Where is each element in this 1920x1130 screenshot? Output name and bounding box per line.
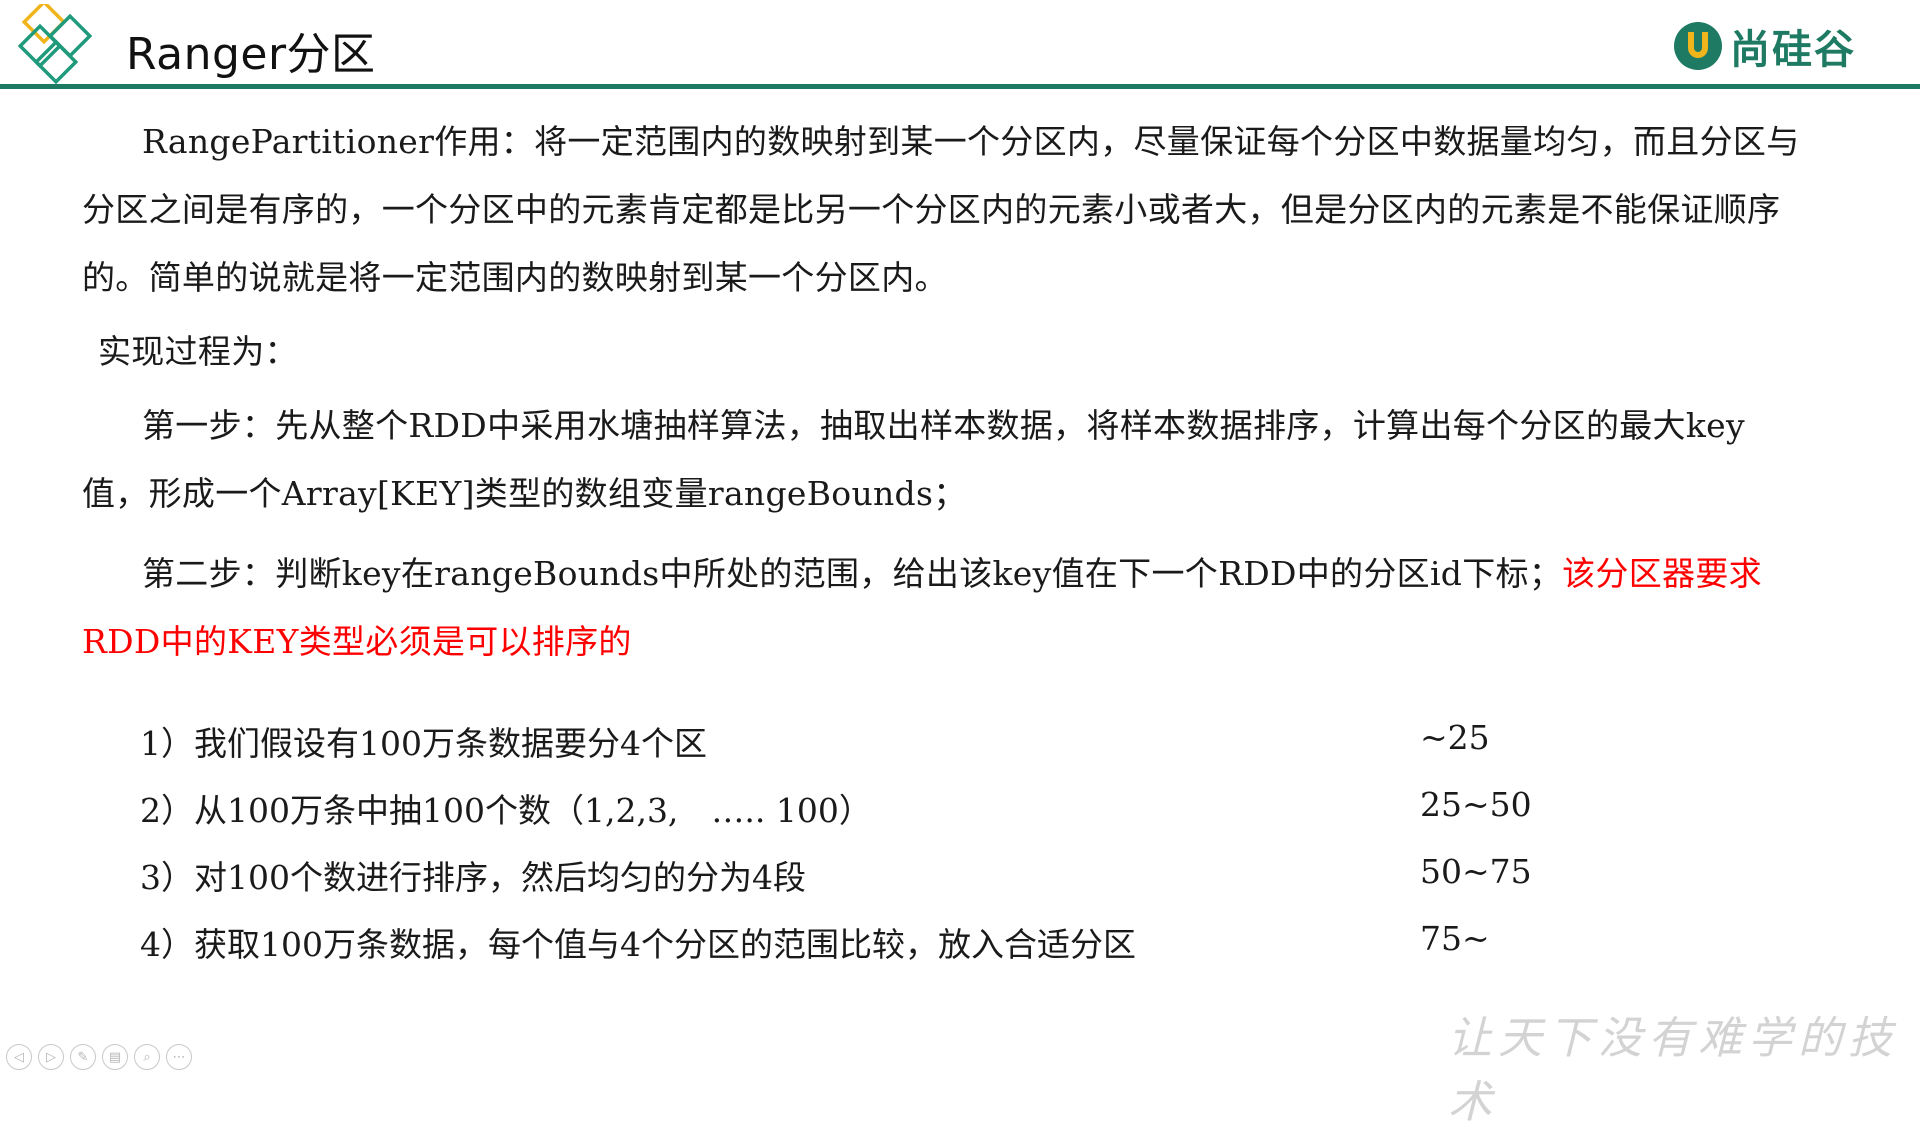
brand-u-icon [1674, 22, 1722, 70]
slide-header: Ranger分区 尚硅谷 [0, 0, 1920, 92]
slides-icon[interactable]: ▤ [102, 1044, 128, 1070]
list-item: 2）从100万条中抽100个数（1,2,3, ….. 100） [140, 791, 872, 830]
footer-slogan: 让天下没有难学的技术 [1448, 1013, 1898, 1128]
prev-icon[interactable]: ◁ [6, 1044, 32, 1070]
process-heading: 实现过程为： [98, 332, 298, 371]
diamond-logo-icon [17, 4, 93, 85]
example-steps-list: 1）我们假设有100万条数据要分4个区 2）从100万条中抽100个数（1,2,… [140, 710, 1136, 978]
header-divider [0, 84, 1920, 89]
partition-ranges-list: ~25 25~50 50~75 75~ [1420, 704, 1532, 972]
brand-name: 尚硅谷 [1730, 27, 1856, 73]
list-item: 4）获取100万条数据，每个值与4个分区的范围比较，放入合适分区 [140, 925, 1136, 964]
more-icon[interactable]: ⋯ [166, 1044, 192, 1070]
range-item: ~25 [1420, 718, 1490, 757]
next-icon[interactable]: ▷ [38, 1044, 64, 1070]
step-two-paragraph: 第二步：判断key在rangeBounds中所处的范围，给出该key值在下一个R… [82, 540, 1802, 676]
list-item: 3）对100个数进行排序，然后均匀的分为4段 [140, 858, 806, 897]
step-two-text: 第二步：判断key在rangeBounds中所处的范围，给出该key值在下一个R… [142, 554, 1563, 593]
slideshow-controls: ◁ ▷ ✎ ▤ ⌕ ⋯ [6, 1044, 192, 1070]
page-title: Ranger分区 [126, 29, 376, 80]
range-item: 50~75 [1420, 852, 1532, 891]
intro-paragraph: RangePartitioner作用：将一定范围内的数映射到某一个分区内，尽量保… [82, 122, 1800, 297]
range-item: 25~50 [1420, 785, 1532, 824]
list-item: 1）我们假设有100万条数据要分4个区 [140, 724, 707, 763]
pen-icon[interactable]: ✎ [70, 1044, 96, 1070]
step-one-paragraph: 第一步：先从整个RDD中采用水塘抽样算法，抽取出样本数据，将样本数据排序，计算出… [82, 406, 1745, 513]
zoom-icon[interactable]: ⌕ [134, 1044, 160, 1070]
brand-logo: 尚硅谷 [1672, 18, 1856, 74]
range-item: 75~ [1420, 919, 1490, 958]
